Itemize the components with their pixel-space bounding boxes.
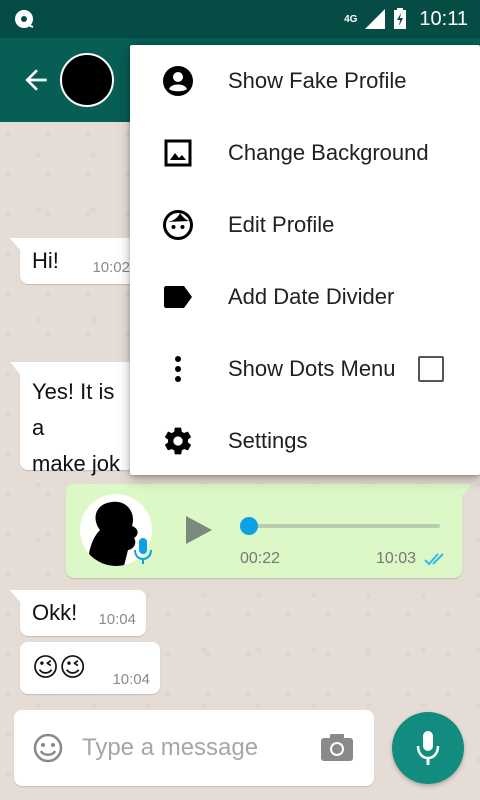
read-ticks-icon [424,553,444,566]
menu-item-label: Change Background [228,140,429,165]
message-emoji: 😉😉 [32,652,87,682]
contact-avatar[interactable] [60,53,114,107]
message-text: Okk! [32,600,78,625]
overflow-menu: Show Fake Profile Change Background Edit… [130,45,480,475]
menu-item-show-fake-profile[interactable]: Show Fake Profile [130,45,480,117]
message-text: Hi! [32,248,59,273]
camera-icon[interactable] [320,732,354,762]
image-icon [160,135,196,171]
message-time: 10:03 [376,550,417,567]
message-text-line1: Yes! It is a [32,379,115,440]
composer [14,710,374,786]
mic-icon [134,538,152,564]
message-bubble-yes[interactable]: Yes! It is a make jok [10,362,140,476]
dots-vertical-icon [160,351,196,387]
signal-icon [365,9,386,29]
menu-item-add-date-divider[interactable]: Add Date Divider [130,261,480,333]
battery-icon [394,8,407,29]
gear-icon [160,423,196,459]
clock: 10:11 [419,7,468,30]
audio-seek-track[interactable] [246,524,440,528]
menu-item-label: Settings [228,428,308,453]
menu-item-label: Show Dots Menu [228,356,396,381]
emoji-icon[interactable] [32,732,64,764]
label-icon [160,279,196,315]
message-input[interactable] [82,728,302,768]
menu-item-settings[interactable]: Settings [130,405,480,477]
audio-seek-handle[interactable] [240,517,258,535]
message-time: 10:04 [98,611,136,628]
menu-item-change-background[interactable]: Change Background [130,117,480,189]
message-bubble-emoji[interactable]: 😉😉 10:04 [20,642,160,694]
menu-item-label: Show Fake Profile [228,68,407,93]
menu-item-label: Add Date Divider [228,284,395,309]
play-icon[interactable] [184,514,214,546]
message-bubble-hi[interactable]: Hi! 10:02 [10,238,140,284]
face-icon [160,207,196,243]
menu-item-label: Edit Profile [228,212,335,237]
mic-icon [416,731,440,765]
menu-item-show-dots-menu[interactable]: Show Dots Menu [130,333,480,405]
account-circle-icon [160,63,196,99]
sync-icon [15,10,34,28]
message-text-line2: make jok [32,451,121,476]
show-dots-menu-checkbox[interactable] [418,356,444,382]
network-type: 4G [344,13,358,25]
voice-message-bubble[interactable]: 00:22 10:03 [66,484,472,578]
status-bar: 4G 10:11 [0,0,480,38]
menu-item-edit-profile[interactable]: Edit Profile [130,189,480,261]
message-time: 10:02 [92,259,130,276]
audio-duration: 00:22 [240,550,281,567]
back-arrow-icon[interactable] [20,64,52,96]
message-bubble-okk[interactable]: Okk! 10:04 [10,590,146,636]
record-voice-button[interactable] [392,712,464,784]
message-time: 10:04 [112,671,150,688]
